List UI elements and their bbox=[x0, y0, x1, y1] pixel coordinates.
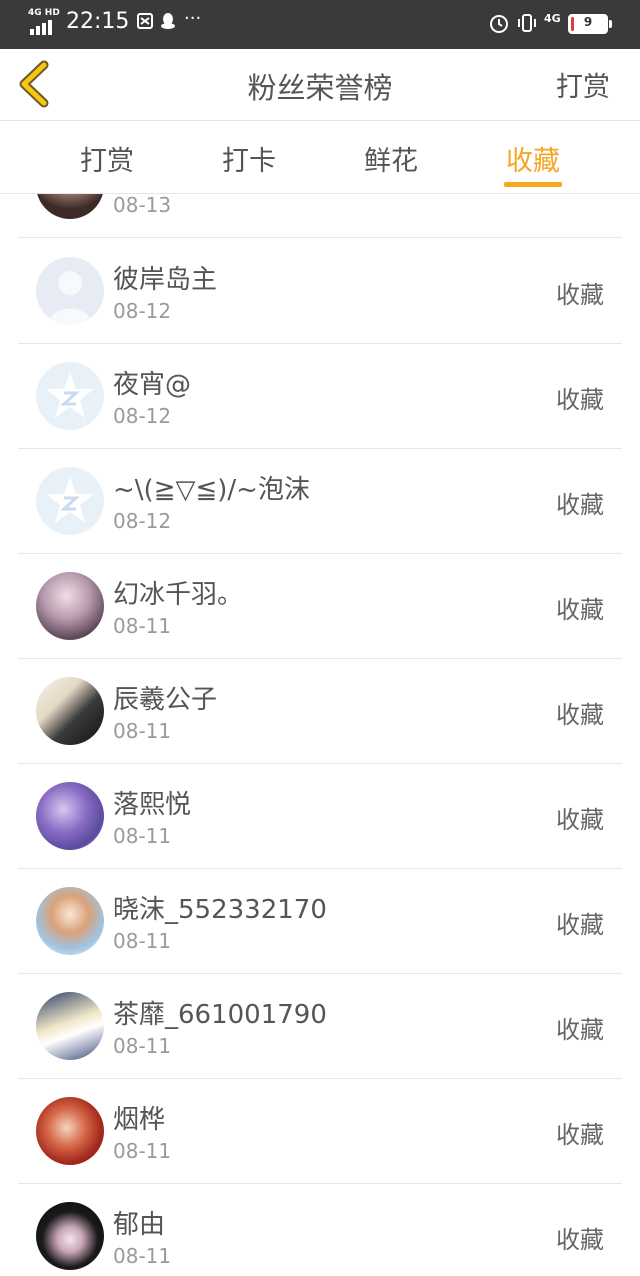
item-date: 08-13 bbox=[113, 194, 172, 217]
favorite-label: 收藏 bbox=[556, 1016, 604, 1044]
favorite-label: 收藏 bbox=[556, 1226, 604, 1254]
fan-list: 08-13 收藏 彼岸岛主 08-12 收藏 夜宵@ 08-12 收藏 ~\(≧… bbox=[0, 194, 640, 1276]
mobile-data-icon: 4G bbox=[544, 12, 561, 25]
item-date: 08-11 bbox=[113, 824, 172, 848]
item-name: 郁由 bbox=[113, 1210, 166, 1240]
battery-text: 9 bbox=[583, 15, 593, 29]
tab-checkin[interactable]: 打卡 bbox=[194, 139, 304, 178]
list-item[interactable]: 晓沫_552332170 08-11 收藏 bbox=[0, 869, 640, 974]
battery-tip bbox=[609, 20, 612, 28]
list-item[interactable]: 落熙悦 08-11 收藏 bbox=[0, 764, 640, 869]
item-name: ~\(≧▽≦)/~泡沫 bbox=[113, 475, 310, 505]
list-item[interactable]: 幻冰千羽。 08-11 收藏 bbox=[0, 554, 640, 659]
list-item[interactable]: 彼岸岛主 08-12 收藏 bbox=[0, 239, 640, 344]
favorite-label: 收藏 bbox=[556, 281, 604, 309]
list-item[interactable]: 茶靡_661001790 08-11 收藏 bbox=[0, 974, 640, 1079]
photo-avatar bbox=[36, 782, 104, 850]
favorite-label: 收藏 bbox=[556, 1121, 604, 1149]
list-item[interactable]: 辰羲公子 08-11 收藏 bbox=[0, 659, 640, 764]
status-bar: 4G HD 22:15 ··· 4G 9 bbox=[0, 0, 640, 49]
qzone-star-avatar bbox=[36, 467, 104, 535]
active-tab-indicator bbox=[504, 182, 562, 187]
favorite-label: 收藏 bbox=[556, 701, 604, 729]
photo-avatar bbox=[36, 1097, 104, 1165]
list-item[interactable]: ~\(≧▽≦)/~泡沫 08-12 收藏 bbox=[0, 449, 640, 554]
signal-icon: 4G HD bbox=[28, 8, 60, 38]
tab-bar: 打赏 打卡 鲜花 收藏 bbox=[0, 121, 640, 194]
list-item[interactable]: 夜宵@ 08-12 收藏 bbox=[0, 344, 640, 449]
favorite-label: 收藏 bbox=[556, 806, 604, 834]
clock: 22:15 bbox=[66, 9, 130, 34]
photo-avatar bbox=[36, 992, 104, 1060]
default-person-avatar bbox=[36, 257, 104, 325]
photo-avatar bbox=[36, 1202, 104, 1270]
network-type: 4G HD bbox=[28, 8, 60, 18]
divider bbox=[18, 237, 622, 238]
list-item[interactable]: 郁由 08-11 收藏 bbox=[0, 1184, 640, 1276]
favorite-label: 收藏 bbox=[556, 386, 604, 414]
avatar bbox=[36, 194, 104, 219]
item-date: 08-12 bbox=[113, 509, 172, 533]
item-name: 烟桦 bbox=[113, 1105, 166, 1135]
qzone-star-avatar bbox=[36, 362, 104, 430]
item-date: 08-11 bbox=[113, 929, 172, 953]
more-notifications-icon: ··· bbox=[184, 8, 202, 29]
list-item-partial[interactable]: 08-13 收藏 bbox=[0, 194, 640, 238]
favorite-label: 收藏 bbox=[556, 596, 604, 624]
photo-avatar bbox=[36, 572, 104, 640]
item-date: 08-12 bbox=[113, 299, 172, 323]
tab-favorites[interactable]: 收藏 bbox=[478, 139, 588, 178]
favorite-label: 收藏 bbox=[556, 911, 604, 939]
favorite-label: 收藏 bbox=[556, 491, 604, 519]
photo-avatar bbox=[36, 887, 104, 955]
item-date: 08-11 bbox=[113, 614, 172, 638]
item-date: 08-11 bbox=[113, 719, 172, 743]
item-name: 彼岸岛主 bbox=[113, 265, 218, 295]
notification-icon bbox=[136, 12, 154, 35]
item-name: 夜宵@ bbox=[113, 370, 192, 400]
list-item[interactable]: 烟桦 08-11 收藏 bbox=[0, 1079, 640, 1184]
photo-avatar bbox=[36, 677, 104, 745]
item-date: 08-11 bbox=[113, 1139, 172, 1163]
item-name: 落熙悦 bbox=[113, 790, 192, 820]
tab-flowers[interactable]: 鲜花 bbox=[336, 139, 446, 178]
item-date: 08-11 bbox=[113, 1034, 172, 1058]
battery-icon: 9 bbox=[568, 14, 608, 34]
tab-reward[interactable]: 打赏 bbox=[52, 139, 162, 178]
item-name: 茶靡_661001790 bbox=[113, 1000, 327, 1030]
qq-icon bbox=[160, 12, 176, 35]
item-date: 08-11 bbox=[113, 1244, 172, 1268]
vibrate-icon bbox=[516, 12, 538, 39]
reward-button[interactable]: 打赏 bbox=[556, 65, 610, 104]
page-title: 粉丝荣誉榜 bbox=[247, 71, 393, 105]
item-name: 辰羲公子 bbox=[113, 685, 218, 715]
item-name: 晓沫_552332170 bbox=[113, 895, 327, 925]
nav-header: 粉丝荣誉榜 打赏 bbox=[0, 49, 640, 121]
alarm-icon bbox=[488, 12, 510, 39]
item-date: 08-12 bbox=[113, 404, 172, 428]
item-name: 幻冰千羽。 bbox=[113, 580, 244, 610]
